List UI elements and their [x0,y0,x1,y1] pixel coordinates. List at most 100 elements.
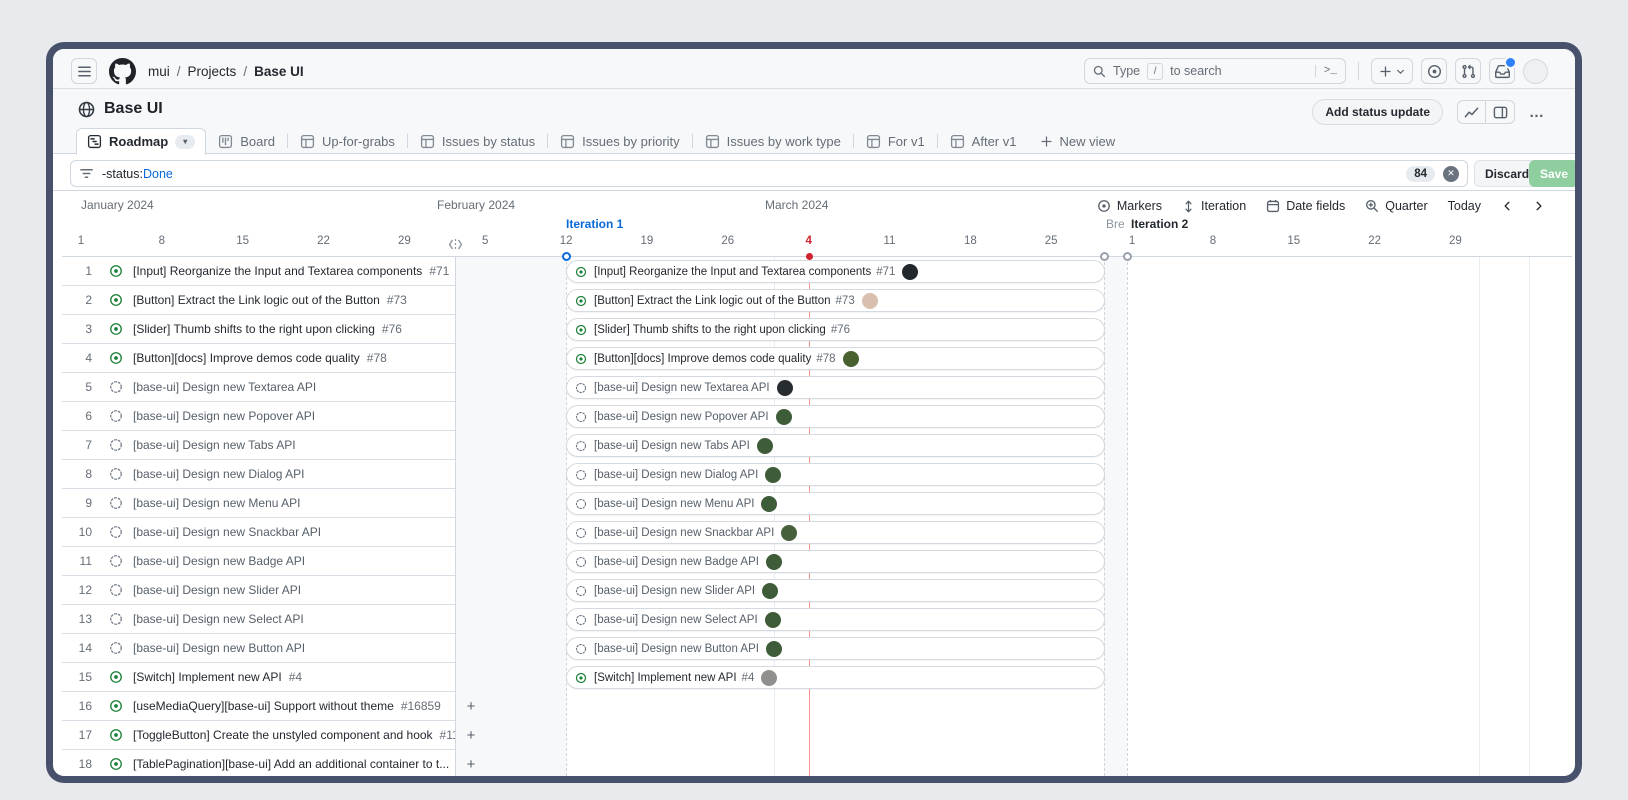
timeline-bar[interactable]: [base-ui] Design new Button API [566,637,1105,660]
add-date-button[interactable]: + [462,698,480,716]
timeline-bar[interactable]: [base-ui] Design new Snackbar API [566,521,1105,544]
issue-title[interactable]: [base-ui] Design new Menu API [133,496,300,510]
iteration-sort-button[interactable]: Iteration [1182,199,1246,213]
timeline-bar[interactable]: [base-ui] Design new Select API [566,608,1105,631]
assignee-avatar[interactable] [762,583,778,599]
table-row[interactable]: 4[Button][docs] Improve demos code quali… [62,344,455,373]
issue-title[interactable]: [base-ui] Design new Snackbar API [133,525,321,539]
table-row[interactable]: 13[base-ui] Design new Select API [62,605,455,634]
timeline-bar[interactable]: [base-ui] Design new Popover API [566,405,1105,428]
assignee-avatar[interactable] [761,496,777,512]
new-view-button[interactable]: New view [1028,134,1127,149]
github-logo-icon[interactable] [109,58,136,85]
command-palette-icon[interactable]: >_ [1315,65,1337,77]
assignee-avatar[interactable] [766,554,782,570]
issue-title[interactable]: [useMediaQuery][base-ui] Support without… [133,699,394,713]
tab-board[interactable]: Board [206,129,287,154]
issue-title[interactable]: [Slider] Thumb shifts to the right upon … [133,322,375,336]
timeline-bar[interactable]: [base-ui] Design new Textarea API [566,376,1105,399]
insights-button[interactable] [1457,100,1486,124]
clear-filter-button[interactable]: ✕ [1443,166,1459,182]
create-new-button[interactable] [1371,58,1413,84]
assignee-avatar[interactable] [781,525,797,541]
save-button[interactable]: Save [1529,160,1575,187]
timeline-bar[interactable]: [base-ui] Design new Dialog API [566,463,1105,486]
assignee-avatar[interactable] [862,293,878,309]
tab-up-for-grabs[interactable]: Up-for-grabs [288,129,407,154]
breadcrumb-projects[interactable]: Projects [188,64,237,79]
notifications-button[interactable] [1489,58,1515,84]
issue-title[interactable]: [Button] Extract the Link logic out of t… [133,293,380,307]
breadcrumb-project[interactable]: Base UI [254,64,304,79]
timeline-bar[interactable]: [base-ui] Design new Menu API [566,492,1105,515]
issue-title[interactable]: [base-ui] Design new Dialog API [133,467,304,481]
timeline-bar[interactable]: [base-ui] Design new Tabs API [566,434,1105,457]
assignee-avatar[interactable] [843,351,859,367]
project-menu-button[interactable]: … [1529,104,1545,121]
table-row[interactable]: 12[base-ui] Design new Slider API [62,576,455,605]
table-row[interactable]: 8[base-ui] Design new Dialog API [62,460,455,489]
table-row[interactable]: 1[Input] Reorganize the Input and Textar… [62,257,455,286]
assignee-avatar[interactable] [761,670,777,686]
breadcrumb-org[interactable]: mui [148,64,170,79]
markers-button[interactable]: Markers [1097,199,1162,213]
table-row[interactable]: 17[ToggleButton] Create the unstyled com… [62,721,455,750]
issue-title[interactable]: [base-ui] Design new Textarea API [133,380,316,394]
timeline-bar[interactable]: [Input] Reorganize the Input and Textare… [566,260,1105,283]
issue-title[interactable]: [TablePagination][base-ui] Add an additi… [133,757,449,771]
today-button[interactable]: Today [1448,199,1481,213]
issue-title[interactable]: [base-ui] Design new Tabs API [133,438,296,452]
table-row[interactable]: 15[Switch] Implement new API#4 [62,663,455,692]
timeline-bar[interactable]: [base-ui] Design new Badge API [566,550,1105,573]
table-row[interactable]: 2[Button] Extract the Link logic out of … [62,286,455,315]
date-fields-button[interactable]: Date fields [1266,199,1345,213]
tab-issues-by-status[interactable]: Issues by status [408,129,547,154]
issue-title[interactable]: [Button][docs] Improve demos code qualit… [133,351,360,365]
hamburger-menu-button[interactable] [71,58,97,84]
tab-roadmap[interactable]: Roadmap▾ [76,128,206,155]
user-avatar[interactable] [1523,59,1548,84]
table-row[interactable]: 16[useMediaQuery][base-ui] Support witho… [62,692,455,721]
pull-requests-button[interactable] [1455,58,1481,84]
issue-title[interactable]: [base-ui] Design new Badge API [133,554,305,568]
assignee-avatar[interactable] [766,641,782,657]
issue-title[interactable]: [base-ui] Design new Popover API [133,409,315,423]
filter-input[interactable]: -status:Done 84 ✕ [70,160,1468,187]
assignee-avatar[interactable] [757,438,773,454]
add-status-update-button[interactable]: Add status update [1312,99,1443,125]
zoom-quarter-button[interactable]: Quarter [1365,199,1427,213]
timeline-bar[interactable]: [Switch] Implement new API#4 [566,666,1105,689]
issue-title[interactable]: [Switch] Implement new API [133,670,282,684]
assignee-avatar[interactable] [765,467,781,483]
timeline-bar[interactable]: [base-ui] Design new Slider API [566,579,1105,602]
timeline-bar[interactable]: [Button] Extract the Link logic out of t… [566,289,1105,312]
issue-title[interactable]: [base-ui] Design new Slider API [133,583,301,597]
tab-after-v1[interactable]: After v1 [938,129,1029,154]
tab-for-v1[interactable]: For v1 [854,129,937,154]
table-row[interactable]: 10[base-ui] Design new Snackbar API [62,518,455,547]
add-date-button[interactable]: + [462,727,480,745]
issue-title[interactable]: [ToggleButton] Create the unstyled compo… [133,728,433,742]
assignee-avatar[interactable] [765,612,781,628]
issue-title[interactable]: [Input] Reorganize the Input and Textare… [133,264,422,278]
scroll-right-button[interactable] [1533,200,1545,212]
timeline-bar[interactable]: [Slider] Thumb shifts to the right upon … [566,318,1105,341]
add-date-button[interactable]: + [462,756,480,774]
issues-button[interactable] [1421,58,1447,84]
table-row[interactable]: 3[Slider] Thumb shifts to the right upon… [62,315,455,344]
search-input[interactable]: Type / to search >_ [1084,58,1346,84]
assignee-avatar[interactable] [902,264,918,280]
table-row[interactable]: 6[base-ui] Design new Popover API [62,402,455,431]
scroll-left-button[interactable] [1501,200,1513,212]
table-row[interactable]: 5[base-ui] Design new Textarea API [62,373,455,402]
assignee-avatar[interactable] [777,380,793,396]
issue-title[interactable]: [base-ui] Design new Button API [133,641,305,655]
table-row[interactable]: 9[base-ui] Design new Menu API [62,489,455,518]
panel-resize-handle[interactable] [447,238,464,256]
assignee-avatar[interactable] [776,409,792,425]
timeline-bar[interactable]: [Button][docs] Improve demos code qualit… [566,347,1105,370]
tab-issues-by-priority[interactable]: Issues by priority [548,129,692,154]
table-row[interactable]: 11[base-ui] Design new Badge API [62,547,455,576]
table-row[interactable]: 7[base-ui] Design new Tabs API [62,431,455,460]
table-row[interactable]: 18[TablePagination][base-ui] Add an addi… [62,750,455,776]
